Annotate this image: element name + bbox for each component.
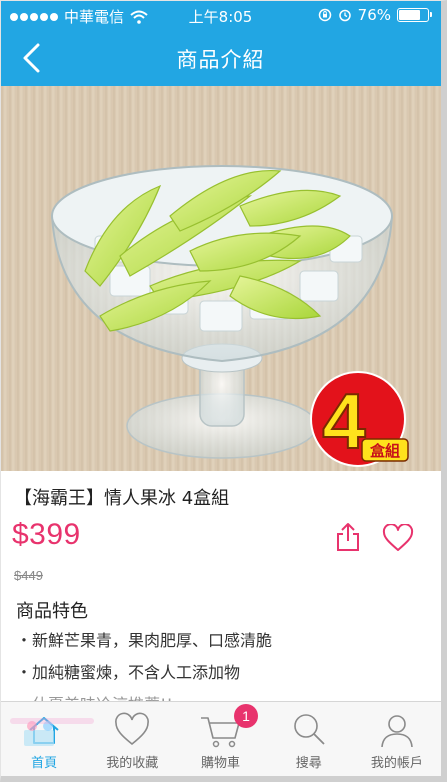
heart-icon — [115, 712, 150, 746]
tab-account[interactable]: 我的帳戶 — [353, 702, 441, 776]
tab-label: 我的收藏 — [106, 756, 159, 771]
feature-item: 加純糖蜜煉，不含人工添加物 — [16, 662, 272, 694]
tab-favorites[interactable]: 我的收藏 — [88, 702, 176, 776]
original-price: $449 — [14, 568, 43, 583]
status-bar: 中華電信 上午8:05 76% — [0, 0, 441, 30]
account-icon — [381, 715, 413, 748]
product-image[interactable]: 4 盒組 — [0, 86, 441, 471]
share-icon[interactable] — [334, 522, 362, 552]
site-watermark-logo — [10, 718, 94, 746]
svg-text:盒組: 盒組 — [369, 442, 400, 460]
svg-text:4: 4 — [322, 377, 365, 465]
product-price: $399 — [12, 518, 81, 551]
status-right: 76% — [318, 6, 432, 24]
tab-label: 首頁 — [31, 756, 58, 771]
alarm-icon — [338, 9, 351, 22]
feature-item: 新鮮芒果青，果肉肥厚、口感清脆 — [16, 630, 272, 662]
cart-count-badge: 1 — [234, 704, 258, 728]
tab-label: 購物車 — [201, 756, 241, 771]
favorite-heart-icon[interactable] — [382, 524, 414, 552]
search-icon — [293, 714, 325, 745]
rotation-lock-icon — [318, 8, 331, 22]
nav-bar: 商品介紹 — [0, 30, 441, 86]
page-title: 商品介紹 — [176, 48, 265, 72]
tab-search[interactable]: 搜尋 — [265, 702, 353, 776]
features-heading: 商品特色 — [16, 601, 88, 622]
battery-fill — [399, 10, 420, 20]
tab-label: 我的帳戶 — [370, 756, 423, 771]
battery-percent: 76% — [357, 6, 391, 24]
battery-icon — [397, 8, 432, 22]
product-photo: 4 盒組 — [0, 86, 441, 471]
product-name: 【海霸王】情人果冰 4盒組 — [14, 488, 230, 509]
tab-label: 搜尋 — [295, 756, 322, 771]
